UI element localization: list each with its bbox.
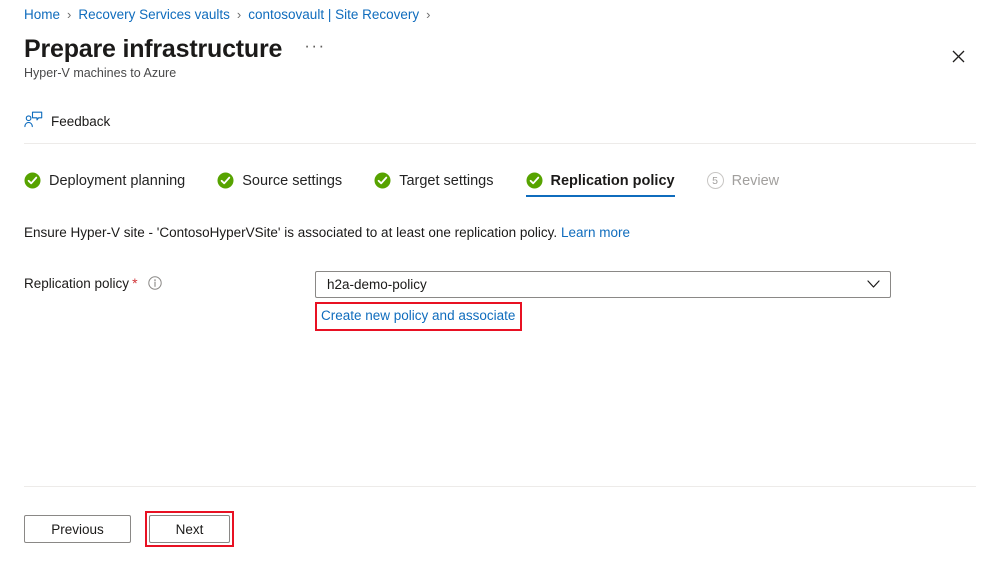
breadcrumb: Home › Recovery Services vaults › contos… (24, 2, 437, 26)
breadcrumb-separator: › (236, 6, 242, 22)
more-options-icon[interactable]: ··· (300, 35, 329, 63)
close-icon[interactable] (944, 42, 972, 70)
page-subtitle: Hyper-V machines to Azure (24, 66, 177, 80)
page-header: Prepare infrastructure ··· (24, 33, 330, 65)
breadcrumb-item-recovery-services-vaults[interactable]: Recovery Services vaults (78, 7, 230, 22)
tab-target-settings[interactable]: Target settings (374, 168, 494, 197)
check-circle-icon (374, 172, 391, 189)
chevron-down-icon (867, 280, 880, 289)
create-new-policy-link[interactable]: Create new policy and associate (321, 308, 515, 323)
replication-policy-label: Replication policy * (24, 271, 315, 291)
tab-replication-policy[interactable]: Replication policy (525, 168, 675, 197)
tab-deployment-planning[interactable]: Deployment planning (24, 168, 185, 197)
footer-divider (24, 486, 976, 487)
info-circle-icon[interactable] (147, 276, 162, 290)
field-label-text: Replication policy (24, 275, 130, 291)
tab-label: Review (731, 172, 780, 189)
wizard-tabs: Deployment planning Source settings Targ… (24, 168, 811, 197)
learn-more-link[interactable]: Learn more (561, 225, 630, 240)
create-policy-highlight-box: Create new policy and associate (315, 302, 523, 331)
tab-label: Target settings (399, 172, 494, 189)
check-circle-icon (526, 172, 543, 189)
breadcrumb-separator-trailing: › (426, 6, 431, 22)
next-button-highlight-box: Next (145, 511, 234, 547)
instruction-sentence: Ensure Hyper-V site - 'ContosoHyperVSite… (24, 225, 558, 240)
previous-button[interactable]: Previous (24, 515, 131, 543)
breadcrumb-item-home[interactable]: Home (24, 7, 60, 22)
feedback-button[interactable]: Feedback (24, 108, 116, 135)
step-number-badge: 5 (706, 172, 724, 189)
tab-label: Source settings (242, 172, 343, 189)
feedback-label: Feedback (51, 114, 111, 129)
breadcrumb-item-contosovault-site-recovery[interactable]: contosovault | Site Recovery (248, 7, 419, 22)
replication-policy-control: h2a-demo-policy Create new policy and as… (315, 271, 891, 331)
tab-review[interactable]: 5 Review (706, 168, 780, 197)
page-title: Prepare infrastructure (24, 35, 283, 63)
tab-label: Replication policy (550, 172, 675, 189)
header-divider (24, 143, 976, 144)
tab-source-settings[interactable]: Source settings (217, 168, 342, 197)
wizard-footer: Previous Next (24, 511, 234, 547)
replication-policy-select[interactable]: h2a-demo-policy (315, 271, 891, 298)
check-circle-icon (217, 172, 234, 189)
replication-policy-field-row: Replication policy * h2a-demo-policy Cre… (24, 271, 891, 331)
next-button[interactable]: Next (149, 515, 230, 543)
required-marker: * (132, 275, 138, 291)
replication-policy-selected-value: h2a-demo-policy (327, 277, 427, 292)
breadcrumb-separator: › (67, 6, 72, 22)
feedback-person-icon (24, 110, 43, 133)
check-circle-icon (24, 172, 41, 189)
tab-label: Deployment planning (49, 172, 186, 189)
instruction-text: Ensure Hyper-V site - 'ContosoHyperVSite… (24, 225, 630, 240)
